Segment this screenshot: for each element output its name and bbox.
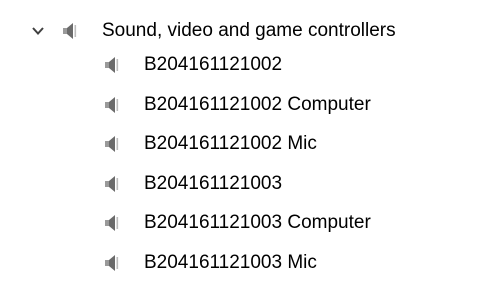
device-item[interactable]: B204161121003	[104, 171, 371, 211]
device-list: B204161121002 B204161121002 Computer B	[104, 52, 371, 289]
speaker-icon	[104, 175, 120, 193]
device-item[interactable]: B204161121002	[104, 52, 371, 92]
speaker-icon	[104, 254, 120, 272]
speaker-icon	[104, 135, 120, 153]
tree-category-sound-video-game-controllers[interactable]: Sound, video and game controllers	[30, 18, 396, 44]
device-label: B204161121003 Mic	[144, 250, 317, 276]
device-label: B204161121003 Computer	[144, 210, 371, 236]
speaker-icon	[104, 56, 120, 74]
chevron-down-icon[interactable]	[30, 23, 46, 39]
speaker-icon	[104, 96, 120, 114]
device-label: B204161121002 Mic	[144, 131, 317, 157]
device-item[interactable]: B204161121003 Computer	[104, 210, 371, 250]
device-label: B204161121002	[144, 52, 282, 78]
speaker-icon	[62, 22, 78, 40]
device-label: B204161121002 Computer	[144, 92, 371, 118]
device-item[interactable]: B204161121002 Mic	[104, 131, 371, 171]
device-label: B204161121003	[144, 171, 282, 197]
category-label: Sound, video and game controllers	[102, 18, 396, 44]
speaker-icon	[104, 214, 120, 232]
device-item[interactable]: B204161121003 Mic	[104, 250, 371, 289]
device-item[interactable]: B204161121002 Computer	[104, 92, 371, 132]
